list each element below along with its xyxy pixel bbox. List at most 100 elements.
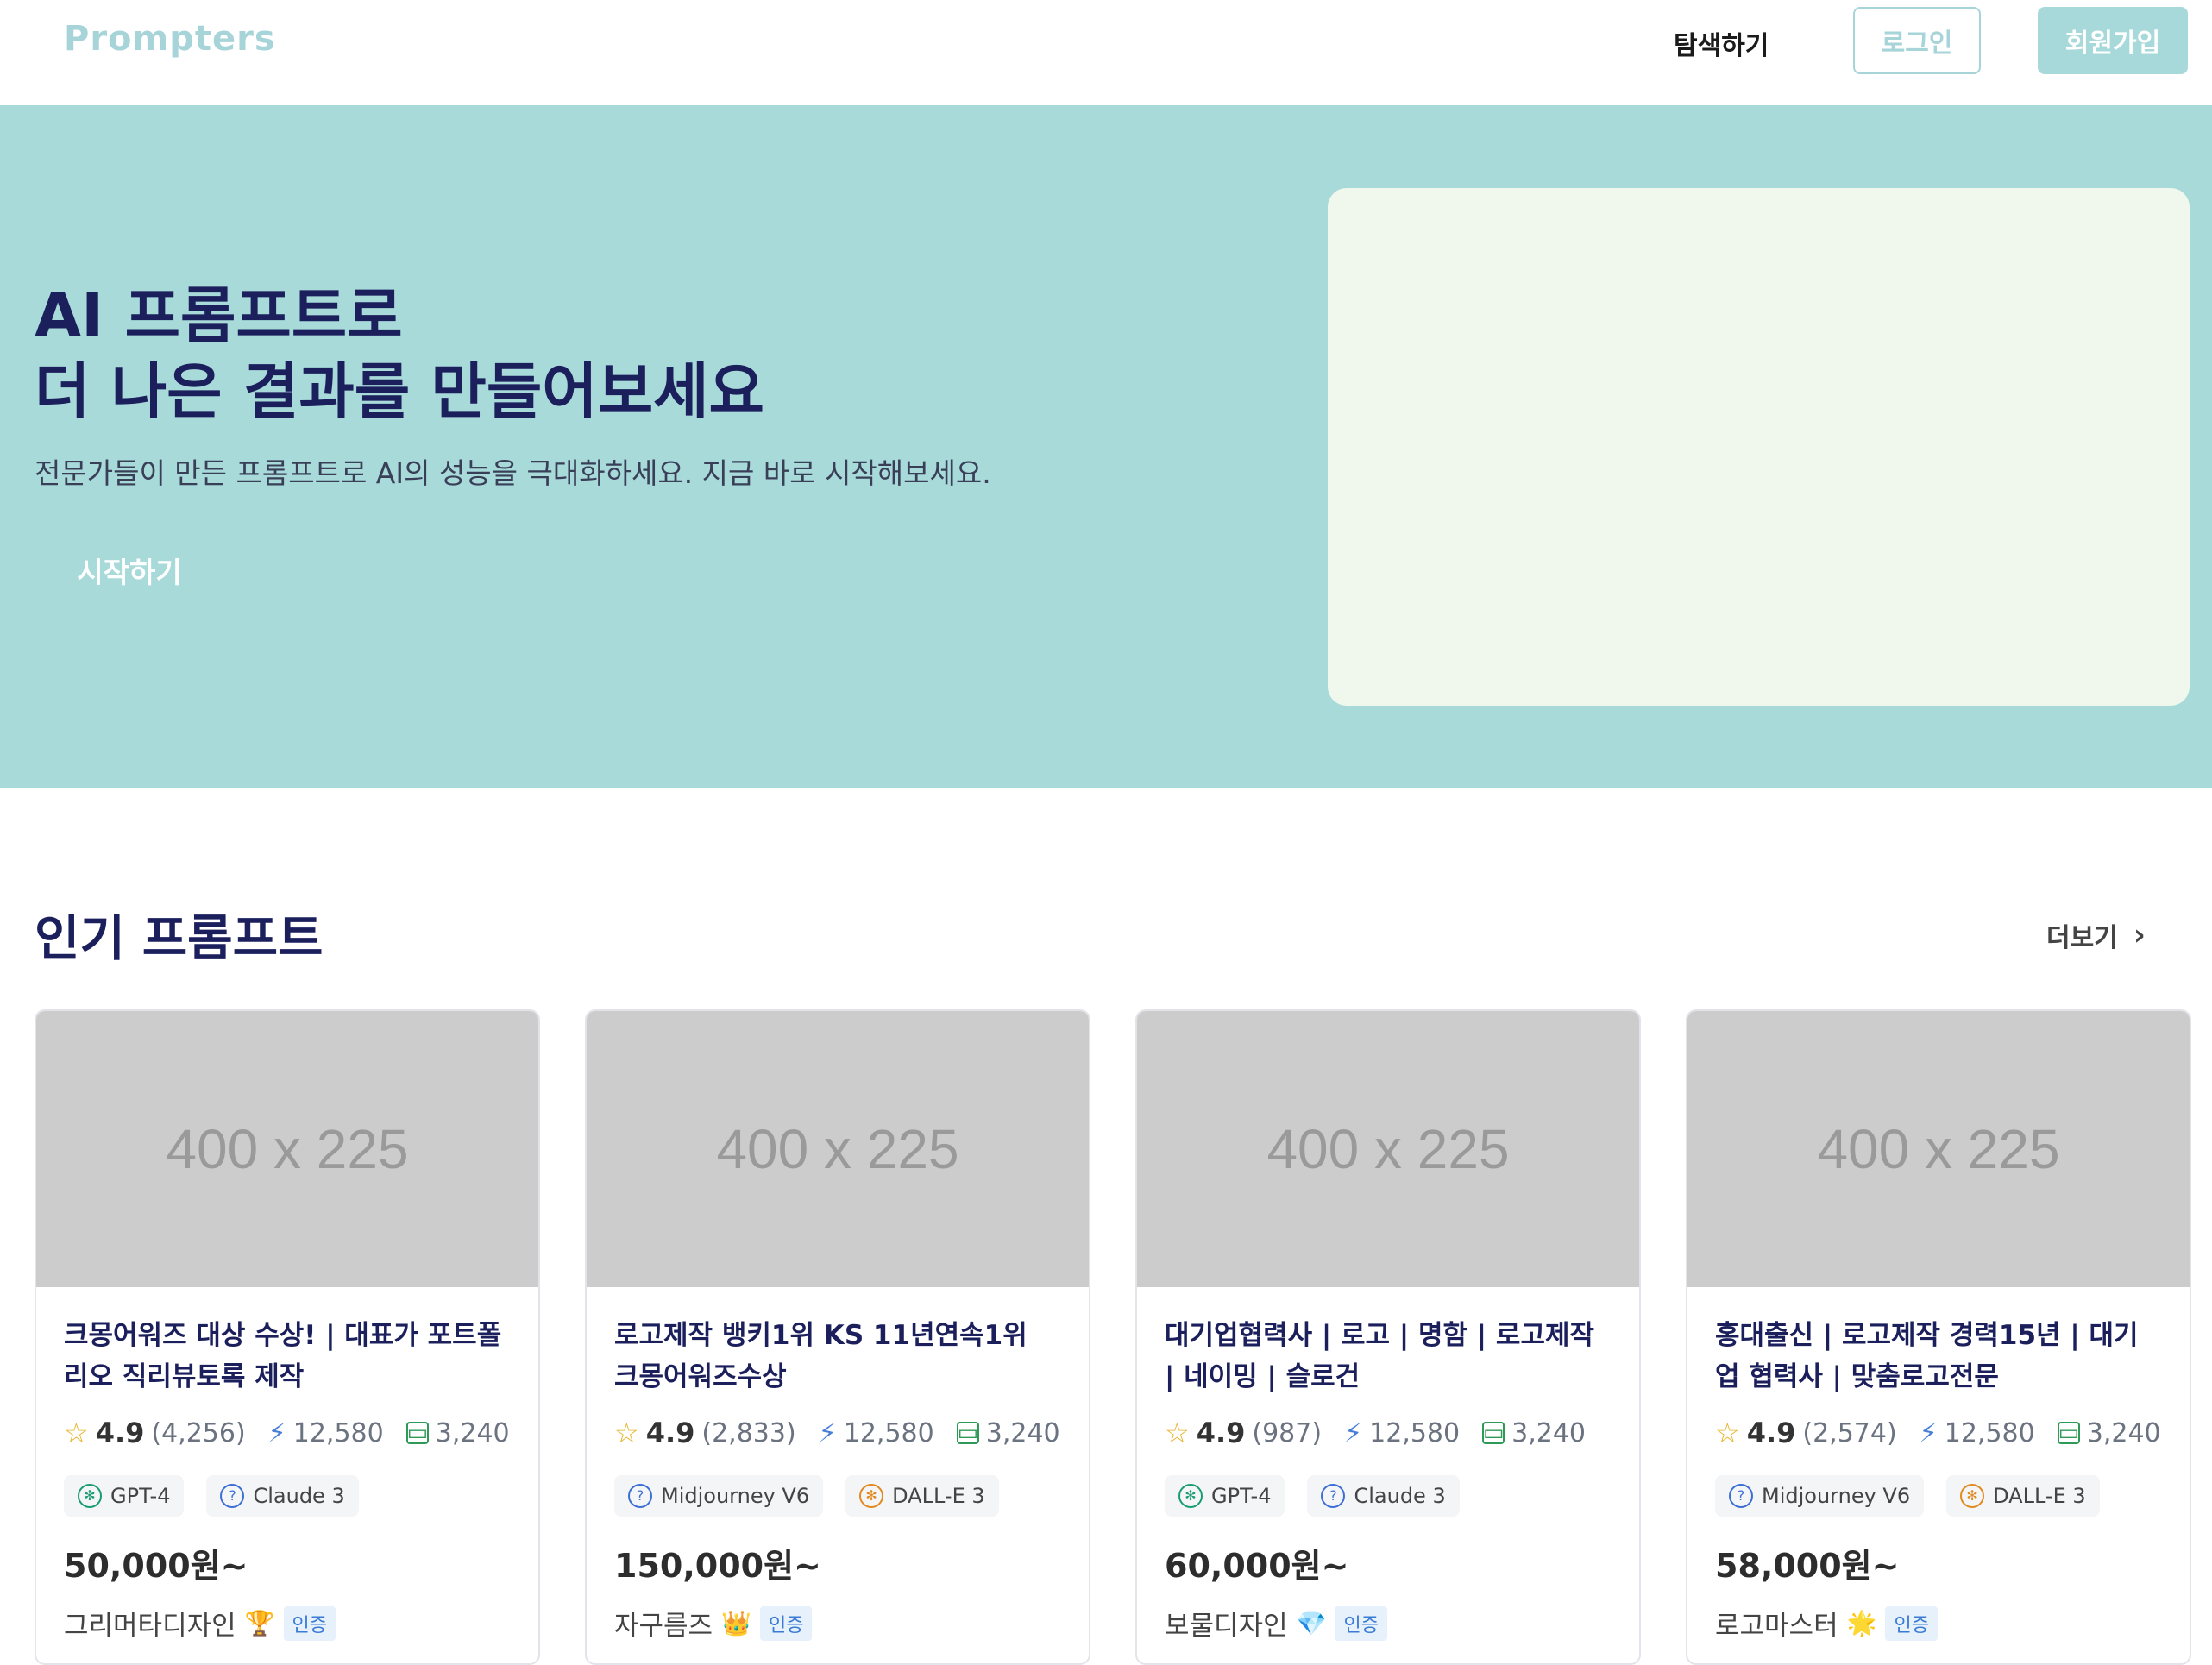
rating-value: 4.9 xyxy=(1746,1417,1796,1449)
seller[interactable]: 그리머타디자인 🏆 인증 xyxy=(64,1604,511,1643)
login-button[interactable]: 로그인 xyxy=(1853,7,1981,74)
hero-title: AI 프롬프트로 더 나은 결과를 만들어보세요 xyxy=(35,278,764,430)
openai-icon: ✻ xyxy=(78,1484,102,1508)
nav-explore-link[interactable]: 탐색하기 xyxy=(1674,24,1769,62)
model-tag[interactable]: ✻ GPT-4 xyxy=(64,1475,185,1517)
seller[interactable]: 로고마스터 🌟 인증 xyxy=(1715,1604,2162,1643)
sales: ▭ 3,240 xyxy=(2057,1417,2161,1448)
bolt-icon: ⚡ xyxy=(818,1417,837,1448)
rating-value: 4.9 xyxy=(95,1417,145,1449)
model-tags: ✻ GPT-4 ? Claude 3 xyxy=(64,1475,511,1517)
model-tag-label: Midjourney V6 xyxy=(661,1484,810,1508)
card-title[interactable]: 홍대출신 | 로고제작 경력15년 | 대기업 협력사 | 맞춤로고전문 xyxy=(1715,1315,2162,1398)
card-stats: ☆ 4.9 (4,256) ⚡ 12,580 ▭ 3,240 xyxy=(64,1417,511,1449)
seller[interactable]: 자구름즈 👑 인증 xyxy=(614,1604,1061,1643)
hero-title-line1: AI 프롬프트로 xyxy=(35,280,403,351)
model-tag-label: Midjourney V6 xyxy=(1762,1484,1911,1508)
verified-badge: 인증 xyxy=(283,1605,336,1641)
sales: ▭ 3,240 xyxy=(956,1418,1060,1448)
uses-count: 12,580 xyxy=(292,1417,384,1448)
top-header: Prompters 탐색하기 로그인 회원가입 xyxy=(0,0,2212,105)
chevron-right-icon: › xyxy=(2133,918,2146,952)
prompt-card[interactable]: 400 x 225 로고제작 뱅키1위 KS 11년연속1위 크몽어워즈수상 ☆… xyxy=(585,1009,1090,1665)
card-thumbnail: 400 x 225 xyxy=(587,1011,1089,1287)
prompt-card[interactable]: 400 x 225 대기업협력사 | 로고 | 명함 | 로고제작 | 네이밍 … xyxy=(1135,1009,1641,1665)
model-tag-label: DALL-E 3 xyxy=(1993,1484,2086,1508)
uses-count: 12,580 xyxy=(843,1417,934,1448)
verified-badge: 인증 xyxy=(1335,1605,1387,1641)
openai-icon: ✻ xyxy=(859,1484,884,1508)
bolt-icon: ⚡ xyxy=(1919,1417,1938,1448)
card-thumbnail: 400 x 225 xyxy=(1137,1011,1639,1287)
openai-icon: ✻ xyxy=(1960,1484,1985,1508)
review-count: (2,574) xyxy=(1802,1417,1897,1448)
rating: ☆ 4.9 (4,256) xyxy=(64,1417,246,1449)
shopping-bag-icon: ▭ xyxy=(2057,1420,2080,1446)
logo[interactable]: Prompters xyxy=(64,19,276,59)
bolt-icon: ⚡ xyxy=(1344,1417,1363,1448)
trophy-icon: 🏆 xyxy=(244,1609,275,1637)
model-tag[interactable]: ? Claude 3 xyxy=(206,1475,359,1517)
question-icon: ? xyxy=(628,1484,652,1508)
card-title[interactable]: 대기업협력사 | 로고 | 명함 | 로고제작 | 네이밍 | 슬로건 xyxy=(1165,1315,1612,1398)
openai-icon: ✻ xyxy=(1178,1484,1203,1508)
card-price: 60,000원~ xyxy=(1165,1547,1349,1585)
model-tag-label: GPT-4 xyxy=(1211,1484,1272,1508)
seller-name: 보물디자인 xyxy=(1165,1611,1288,1642)
hero-section: AI 프롬프트로 더 나은 결과를 만들어보세요 전문가들이 만든 프롬프트로 … xyxy=(0,105,2212,788)
uses-count: 12,580 xyxy=(1944,1417,2035,1448)
model-tags: ? Midjourney V6 ✻ DALL-E 3 xyxy=(1715,1475,2162,1517)
star-icon: ☆ xyxy=(1165,1417,1190,1449)
sales: ▭ 3,240 xyxy=(1482,1418,1586,1448)
sales: ▭ 3,240 xyxy=(405,1417,510,1448)
seller-name: 그리머타디자인 xyxy=(64,1611,236,1642)
sales-count: 3,240 xyxy=(1511,1417,1586,1448)
model-tags: ? Midjourney V6 ✻ DALL-E 3 xyxy=(614,1475,1061,1517)
seller[interactable]: 보물디자인 💎 인증 xyxy=(1165,1604,1612,1643)
prompt-card[interactable]: 400 x 225 홍대출신 | 로고제작 경력15년 | 대기업 협력사 | … xyxy=(1686,1009,2191,1665)
diamond-icon: 💎 xyxy=(1296,1609,1327,1637)
model-tag-label: GPT-4 xyxy=(110,1484,171,1508)
uses: ⚡ 12,580 xyxy=(1920,1418,2035,1448)
uses: ⚡ 12,580 xyxy=(268,1418,384,1448)
card-title[interactable]: 크몽어워즈 대상 수상! | 대표가 포트폴리오 직리뷰토록 제작 xyxy=(64,1315,511,1398)
card-price: 58,000원~ xyxy=(1715,1547,1900,1585)
verified-badge: 인증 xyxy=(759,1605,813,1641)
card-price: 50,000원~ xyxy=(64,1547,248,1585)
rating: ☆ 4.9 (987) xyxy=(1165,1417,1322,1449)
star-icon: ☆ xyxy=(614,1417,639,1449)
model-tag[interactable]: ✻ DALL-E 3 xyxy=(845,1475,999,1517)
sales-count: 3,240 xyxy=(2086,1417,2161,1448)
card-stats: ☆ 4.9 (987) ⚡ 12,580 ▭ 3,240 xyxy=(1165,1417,1612,1449)
model-tag[interactable]: ✻ GPT-4 xyxy=(1165,1475,1285,1517)
model-tag[interactable]: ✻ DALL-E 3 xyxy=(1946,1475,2100,1517)
prompt-card[interactable]: 400 x 225 크몽어워즈 대상 수상! | 대표가 포트폴리오 직리뷰토록… xyxy=(35,1009,540,1665)
more-link[interactable]: 더보기 › xyxy=(2046,916,2146,954)
model-tag-label: Claude 3 xyxy=(253,1484,345,1508)
model-tag[interactable]: ? Claude 3 xyxy=(1307,1475,1460,1517)
crown-icon: 👑 xyxy=(721,1609,751,1637)
review-count: (2,833) xyxy=(701,1417,796,1448)
rating: ☆ 4.9 (2,574) xyxy=(1715,1417,1897,1449)
star-icon: ☆ xyxy=(1715,1417,1740,1449)
rating-value: 4.9 xyxy=(1196,1417,1246,1449)
shopping-bag-icon: ▭ xyxy=(1482,1420,1505,1446)
uses: ⚡ 12,580 xyxy=(1344,1418,1460,1448)
card-title[interactable]: 로고제작 뱅키1위 KS 11년연속1위 크몽어워즈수상 xyxy=(614,1315,1061,1398)
signup-button[interactable]: 회원가입 xyxy=(2038,7,2188,74)
shopping-bag-icon: ▭ xyxy=(956,1420,979,1446)
model-tags: ✻ GPT-4 ? Claude 3 xyxy=(1165,1475,1612,1517)
model-tag[interactable]: ? Midjourney V6 xyxy=(1715,1475,1925,1517)
seller-name: 자구름즈 xyxy=(614,1611,713,1642)
card-stats: ☆ 4.9 (2,574) ⚡ 12,580 ▭ 3,240 xyxy=(1715,1417,2162,1449)
hero-title-line2: 더 나은 결과를 만들어보세요 xyxy=(35,356,764,427)
review-count: (987) xyxy=(1252,1417,1323,1448)
sales-count: 3,240 xyxy=(435,1417,510,1448)
uses: ⚡ 12,580 xyxy=(819,1418,934,1448)
question-icon: ? xyxy=(1321,1484,1346,1508)
popular-card-list: 400 x 225 크몽어워즈 대상 수상! | 대표가 포트폴리오 직리뷰토록… xyxy=(35,1009,2191,1665)
model-tag[interactable]: ? Midjourney V6 xyxy=(614,1475,824,1517)
rating-value: 4.9 xyxy=(645,1417,695,1449)
start-button[interactable]: 시작하기 xyxy=(35,537,224,604)
card-price: 150,000원~ xyxy=(614,1547,821,1585)
